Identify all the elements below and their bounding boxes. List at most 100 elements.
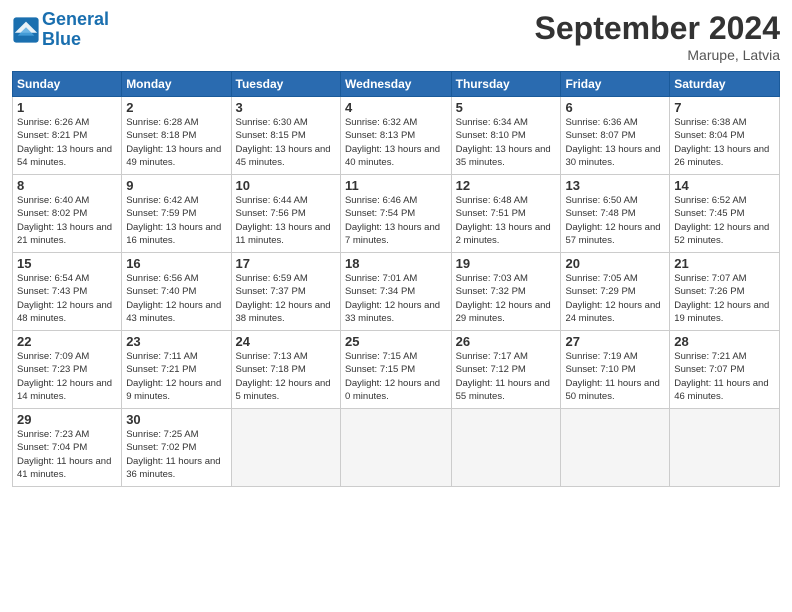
calendar-cell: 10 Sunrise: 6:44 AM Sunset: 7:56 PM Dayl… bbox=[231, 175, 340, 253]
calendar-body: 1 Sunrise: 6:26 AM Sunset: 8:21 PM Dayli… bbox=[13, 97, 780, 487]
day-number: 11 bbox=[345, 178, 447, 193]
calendar-cell: 15 Sunrise: 6:54 AM Sunset: 7:43 PM Dayl… bbox=[13, 253, 122, 331]
day-number: 21 bbox=[674, 256, 775, 271]
calendar-header: General Blue September 2024 Marupe, Latv… bbox=[12, 10, 780, 63]
calendar-week-row: 29 Sunrise: 7:23 AM Sunset: 7:04 PM Dayl… bbox=[13, 409, 780, 487]
day-number: 3 bbox=[236, 100, 336, 115]
calendar-cell bbox=[561, 409, 670, 487]
calendar-cell: 18 Sunrise: 7:01 AM Sunset: 7:34 PM Dayl… bbox=[340, 253, 451, 331]
calendar-cell: 24 Sunrise: 7:13 AM Sunset: 7:18 PM Dayl… bbox=[231, 331, 340, 409]
day-number: 4 bbox=[345, 100, 447, 115]
calendar-cell: 20 Sunrise: 7:05 AM Sunset: 7:29 PM Dayl… bbox=[561, 253, 670, 331]
calendar-cell: 17 Sunrise: 6:59 AM Sunset: 7:37 PM Dayl… bbox=[231, 253, 340, 331]
day-info: Sunrise: 7:01 AM Sunset: 7:34 PM Dayligh… bbox=[345, 272, 447, 325]
day-info: Sunrise: 7:21 AM Sunset: 7:07 PM Dayligh… bbox=[674, 350, 775, 403]
day-info: Sunrise: 6:54 AM Sunset: 7:43 PM Dayligh… bbox=[17, 272, 117, 325]
calendar-cell bbox=[670, 409, 780, 487]
day-number: 29 bbox=[17, 412, 117, 427]
calendar-container: General Blue September 2024 Marupe, Latv… bbox=[0, 0, 792, 497]
calendar-cell: 25 Sunrise: 7:15 AM Sunset: 7:15 PM Dayl… bbox=[340, 331, 451, 409]
day-info: Sunrise: 7:15 AM Sunset: 7:15 PM Dayligh… bbox=[345, 350, 447, 403]
location: Marupe, Latvia bbox=[535, 47, 780, 63]
logo: General Blue bbox=[12, 10, 109, 50]
calendar-cell: 22 Sunrise: 7:09 AM Sunset: 7:23 PM Dayl… bbox=[13, 331, 122, 409]
day-number: 17 bbox=[236, 256, 336, 271]
day-info: Sunrise: 6:40 AM Sunset: 8:02 PM Dayligh… bbox=[17, 194, 117, 247]
day-number: 30 bbox=[126, 412, 226, 427]
day-number: 12 bbox=[456, 178, 557, 193]
logo-text2: Blue bbox=[42, 30, 109, 50]
day-info: Sunrise: 7:09 AM Sunset: 7:23 PM Dayligh… bbox=[17, 350, 117, 403]
calendar-cell: 28 Sunrise: 7:21 AM Sunset: 7:07 PM Dayl… bbox=[670, 331, 780, 409]
day-number: 22 bbox=[17, 334, 117, 349]
day-info: Sunrise: 7:11 AM Sunset: 7:21 PM Dayligh… bbox=[126, 350, 226, 403]
header-wednesday: Wednesday bbox=[340, 72, 451, 97]
month-title: September 2024 bbox=[535, 10, 780, 47]
title-block: September 2024 Marupe, Latvia bbox=[535, 10, 780, 63]
day-number: 20 bbox=[565, 256, 665, 271]
calendar-cell: 21 Sunrise: 7:07 AM Sunset: 7:26 PM Dayl… bbox=[670, 253, 780, 331]
calendar-week-row: 15 Sunrise: 6:54 AM Sunset: 7:43 PM Dayl… bbox=[13, 253, 780, 331]
day-number: 18 bbox=[345, 256, 447, 271]
day-info: Sunrise: 6:42 AM Sunset: 7:59 PM Dayligh… bbox=[126, 194, 226, 247]
day-info: Sunrise: 6:38 AM Sunset: 8:04 PM Dayligh… bbox=[674, 116, 775, 169]
header-monday: Monday bbox=[122, 72, 231, 97]
header-friday: Friday bbox=[561, 72, 670, 97]
calendar-cell bbox=[231, 409, 340, 487]
day-number: 1 bbox=[17, 100, 117, 115]
calendar-week-row: 1 Sunrise: 6:26 AM Sunset: 8:21 PM Dayli… bbox=[13, 97, 780, 175]
calendar-cell: 1 Sunrise: 6:26 AM Sunset: 8:21 PM Dayli… bbox=[13, 97, 122, 175]
calendar-cell: 9 Sunrise: 6:42 AM Sunset: 7:59 PM Dayli… bbox=[122, 175, 231, 253]
day-info: Sunrise: 7:07 AM Sunset: 7:26 PM Dayligh… bbox=[674, 272, 775, 325]
calendar-cell: 5 Sunrise: 6:34 AM Sunset: 8:10 PM Dayli… bbox=[451, 97, 561, 175]
calendar-cell: 2 Sunrise: 6:28 AM Sunset: 8:18 PM Dayli… bbox=[122, 97, 231, 175]
calendar-cell bbox=[451, 409, 561, 487]
calendar-cell bbox=[340, 409, 451, 487]
day-number: 23 bbox=[126, 334, 226, 349]
day-info: Sunrise: 6:34 AM Sunset: 8:10 PM Dayligh… bbox=[456, 116, 557, 169]
header-tuesday: Tuesday bbox=[231, 72, 340, 97]
day-number: 6 bbox=[565, 100, 665, 115]
calendar-cell: 30 Sunrise: 7:25 AM Sunset: 7:02 PM Dayl… bbox=[122, 409, 231, 487]
day-info: Sunrise: 6:46 AM Sunset: 7:54 PM Dayligh… bbox=[345, 194, 447, 247]
day-number: 14 bbox=[674, 178, 775, 193]
header-thursday: Thursday bbox=[451, 72, 561, 97]
day-info: Sunrise: 7:05 AM Sunset: 7:29 PM Dayligh… bbox=[565, 272, 665, 325]
day-info: Sunrise: 6:26 AM Sunset: 8:21 PM Dayligh… bbox=[17, 116, 117, 169]
calendar-cell: 12 Sunrise: 6:48 AM Sunset: 7:51 PM Dayl… bbox=[451, 175, 561, 253]
day-info: Sunrise: 7:25 AM Sunset: 7:02 PM Dayligh… bbox=[126, 428, 226, 481]
day-info: Sunrise: 6:32 AM Sunset: 8:13 PM Dayligh… bbox=[345, 116, 447, 169]
day-number: 13 bbox=[565, 178, 665, 193]
calendar-cell: 6 Sunrise: 6:36 AM Sunset: 8:07 PM Dayli… bbox=[561, 97, 670, 175]
day-info: Sunrise: 7:19 AM Sunset: 7:10 PM Dayligh… bbox=[565, 350, 665, 403]
day-number: 16 bbox=[126, 256, 226, 271]
weekday-header-row: Sunday Monday Tuesday Wednesday Thursday… bbox=[13, 72, 780, 97]
calendar-cell: 3 Sunrise: 6:30 AM Sunset: 8:15 PM Dayli… bbox=[231, 97, 340, 175]
day-info: Sunrise: 7:03 AM Sunset: 7:32 PM Dayligh… bbox=[456, 272, 557, 325]
day-number: 26 bbox=[456, 334, 557, 349]
logo-text: General bbox=[42, 10, 109, 30]
calendar-table: Sunday Monday Tuesday Wednesday Thursday… bbox=[12, 71, 780, 487]
calendar-cell: 11 Sunrise: 6:46 AM Sunset: 7:54 PM Dayl… bbox=[340, 175, 451, 253]
calendar-cell: 14 Sunrise: 6:52 AM Sunset: 7:45 PM Dayl… bbox=[670, 175, 780, 253]
calendar-cell: 26 Sunrise: 7:17 AM Sunset: 7:12 PM Dayl… bbox=[451, 331, 561, 409]
day-number: 15 bbox=[17, 256, 117, 271]
calendar-cell: 27 Sunrise: 7:19 AM Sunset: 7:10 PM Dayl… bbox=[561, 331, 670, 409]
day-number: 25 bbox=[345, 334, 447, 349]
day-number: 24 bbox=[236, 334, 336, 349]
day-info: Sunrise: 6:56 AM Sunset: 7:40 PM Dayligh… bbox=[126, 272, 226, 325]
day-info: Sunrise: 7:17 AM Sunset: 7:12 PM Dayligh… bbox=[456, 350, 557, 403]
day-info: Sunrise: 6:30 AM Sunset: 8:15 PM Dayligh… bbox=[236, 116, 336, 169]
calendar-cell: 7 Sunrise: 6:38 AM Sunset: 8:04 PM Dayli… bbox=[670, 97, 780, 175]
header-saturday: Saturday bbox=[670, 72, 780, 97]
calendar-cell: 23 Sunrise: 7:11 AM Sunset: 7:21 PM Dayl… bbox=[122, 331, 231, 409]
logo-icon bbox=[12, 16, 40, 44]
day-info: Sunrise: 7:13 AM Sunset: 7:18 PM Dayligh… bbox=[236, 350, 336, 403]
header-sunday: Sunday bbox=[13, 72, 122, 97]
day-number: 2 bbox=[126, 100, 226, 115]
day-number: 27 bbox=[565, 334, 665, 349]
day-info: Sunrise: 6:59 AM Sunset: 7:37 PM Dayligh… bbox=[236, 272, 336, 325]
day-number: 9 bbox=[126, 178, 226, 193]
day-info: Sunrise: 6:36 AM Sunset: 8:07 PM Dayligh… bbox=[565, 116, 665, 169]
day-info: Sunrise: 7:23 AM Sunset: 7:04 PM Dayligh… bbox=[17, 428, 117, 481]
